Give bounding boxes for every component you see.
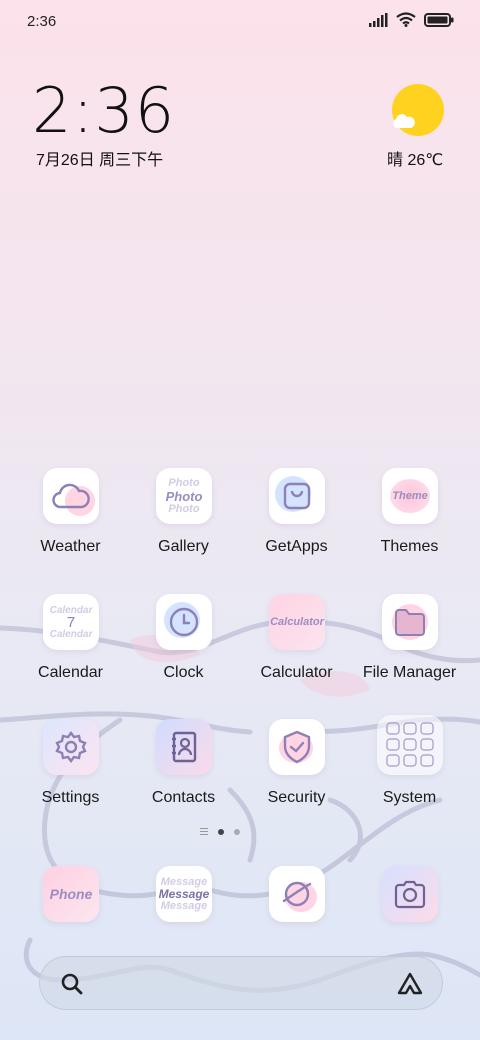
app-themes[interactable]: Theme Themes bbox=[353, 468, 466, 568]
app-label-settings: Settings bbox=[41, 789, 100, 806]
app-label-weather: Weather bbox=[40, 538, 101, 555]
app-calculator[interactable]: Calculator Calculator bbox=[240, 594, 353, 694]
app-label-clock: Clock bbox=[163, 664, 204, 681]
page-indicator[interactable] bbox=[200, 828, 240, 835]
app-system-folder[interactable]: System bbox=[353, 715, 466, 819]
clock-icon bbox=[169, 607, 199, 637]
app-getapps[interactable]: GetApps bbox=[240, 468, 353, 568]
shield-icon bbox=[283, 730, 311, 764]
wifi-icon bbox=[396, 12, 416, 27]
app-label-security: Security bbox=[267, 789, 326, 806]
search-bar[interactable] bbox=[39, 956, 443, 1010]
app-security[interactable]: Security bbox=[240, 719, 353, 819]
dock-phone[interactable]: Phone bbox=[14, 866, 127, 966]
cloud-icon bbox=[52, 483, 90, 509]
theme-icon: Theme bbox=[390, 479, 430, 513]
camera-icon bbox=[394, 880, 426, 909]
status-bar: 2:36 bbox=[0, 0, 480, 44]
search-icon[interactable] bbox=[60, 972, 84, 996]
app-label-system: System bbox=[382, 789, 437, 806]
dock-browser[interactable] bbox=[240, 866, 353, 966]
app-calendar[interactable]: Calendar 7 Calendar Calendar bbox=[14, 594, 127, 694]
browser-icon bbox=[282, 881, 312, 907]
contacts-icon bbox=[172, 731, 197, 763]
assistant-icon[interactable] bbox=[396, 971, 424, 997]
cloud-icon bbox=[393, 114, 415, 128]
app-weather[interactable]: Weather bbox=[14, 468, 127, 568]
page-dot-1[interactable] bbox=[218, 828, 224, 835]
app-label-calculator: Calculator bbox=[260, 664, 333, 681]
signal-icon bbox=[369, 12, 388, 27]
dock-messages[interactable]: Message Message Message bbox=[127, 866, 240, 966]
gear-icon bbox=[55, 731, 87, 763]
app-label-contacts: Contacts bbox=[151, 789, 216, 806]
menu-lines-icon bbox=[200, 828, 208, 835]
app-label-gallery: Gallery bbox=[158, 538, 209, 555]
app-clock[interactable]: Clock bbox=[127, 594, 240, 694]
app-label-getapps: GetApps bbox=[265, 538, 328, 555]
app-file-manager[interactable]: File Manager bbox=[353, 594, 466, 694]
page-dot-2[interactable] bbox=[234, 828, 240, 835]
photo-icon: Photo Photo Photo bbox=[165, 476, 203, 515]
calculator-icon: Calculator bbox=[270, 615, 324, 628]
app-contacts[interactable]: Contacts bbox=[127, 719, 240, 819]
clock-widget-date: 7月26日 周三下午 bbox=[36, 152, 164, 169]
app-label-calendar: Calendar bbox=[38, 664, 103, 681]
calendar-icon: Calendar 7 Calendar bbox=[49, 604, 93, 640]
app-label-file-manager: File Manager bbox=[362, 664, 457, 681]
app-settings[interactable]: Settings bbox=[14, 719, 127, 819]
app-label-themes: Themes bbox=[380, 538, 439, 555]
status-time: 2:36 bbox=[27, 13, 57, 30]
shopping-bag-icon bbox=[283, 482, 311, 510]
message-icon: Message Message Message bbox=[158, 875, 210, 912]
weather-temperature: 晴 26℃ bbox=[387, 152, 444, 169]
battery-icon bbox=[424, 12, 454, 27]
weather-widget[interactable]: 晴 26℃ bbox=[382, 84, 452, 169]
system-folder-icon bbox=[386, 722, 434, 767]
folder-icon bbox=[395, 609, 425, 636]
phone-icon: Phone bbox=[49, 885, 93, 902]
app-gallery[interactable]: Photo Photo Photo Gallery bbox=[127, 468, 240, 568]
clock-widget-time[interactable]: 2:36 bbox=[32, 74, 175, 147]
dock-camera[interactable] bbox=[353, 866, 466, 966]
